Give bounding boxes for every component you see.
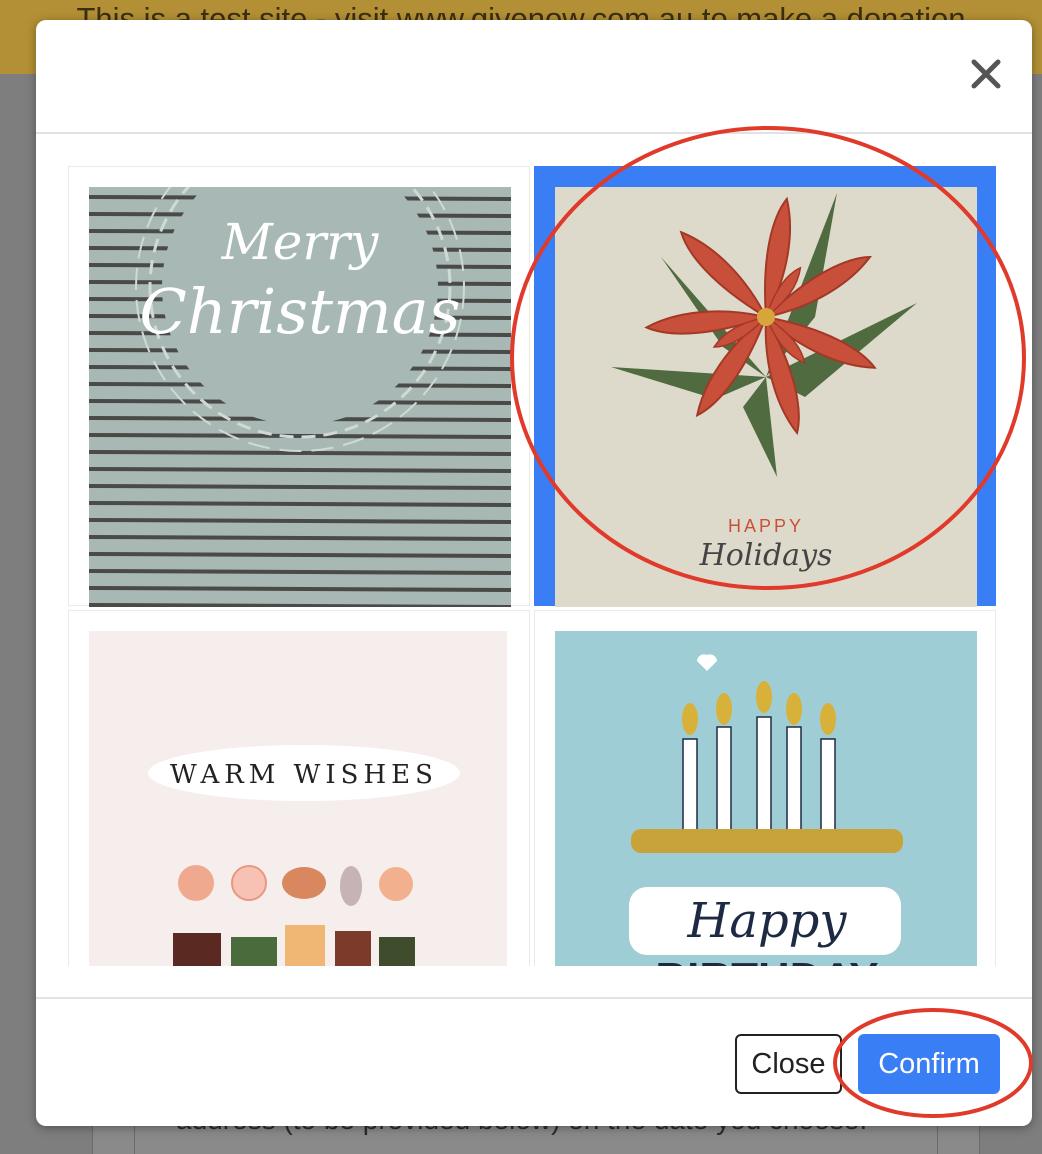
- card-selection-modal: Merry Christmas HAPPY Holidays WARM WISH…: [36, 20, 1032, 1126]
- card-title-line1: Happy: [686, 893, 847, 949]
- card-grid: Merry Christmas HAPPY Holidays WARM WISH…: [68, 166, 1000, 966]
- card-happy-birthday[interactable]: Happy BIRTHDAY: [534, 610, 996, 966]
- modal-footer: Close Confirm: [36, 997, 1032, 1126]
- card-title-line1: Merry: [221, 213, 380, 271]
- modal-header: [36, 20, 1032, 134]
- close-icon[interactable]: [966, 54, 1006, 94]
- card-merry-christmas[interactable]: Merry Christmas: [68, 166, 530, 607]
- card-title-line1: WARM WISHES: [170, 760, 438, 790]
- card-happy-holidays[interactable]: HAPPY Holidays: [534, 166, 996, 607]
- close-button[interactable]: Close: [735, 1034, 842, 1094]
- happy-holidays-image: HAPPY Holidays: [555, 187, 977, 607]
- card-title-line2: BIRTHDAY: [655, 954, 878, 966]
- card-title-line1: HAPPY: [728, 516, 804, 536]
- happy-birthday-image: Happy BIRTHDAY: [555, 631, 977, 966]
- card-warm-wishes[interactable]: WARM WISHES: [68, 610, 530, 966]
- card-title-line2: Christmas: [139, 275, 460, 348]
- card-title-line2: Holidays: [699, 538, 833, 573]
- confirm-button[interactable]: Confirm: [858, 1034, 1000, 1094]
- warm-wishes-image: WARM WISHES: [89, 631, 507, 966]
- merry-christmas-image: Merry Christmas: [89, 187, 511, 607]
